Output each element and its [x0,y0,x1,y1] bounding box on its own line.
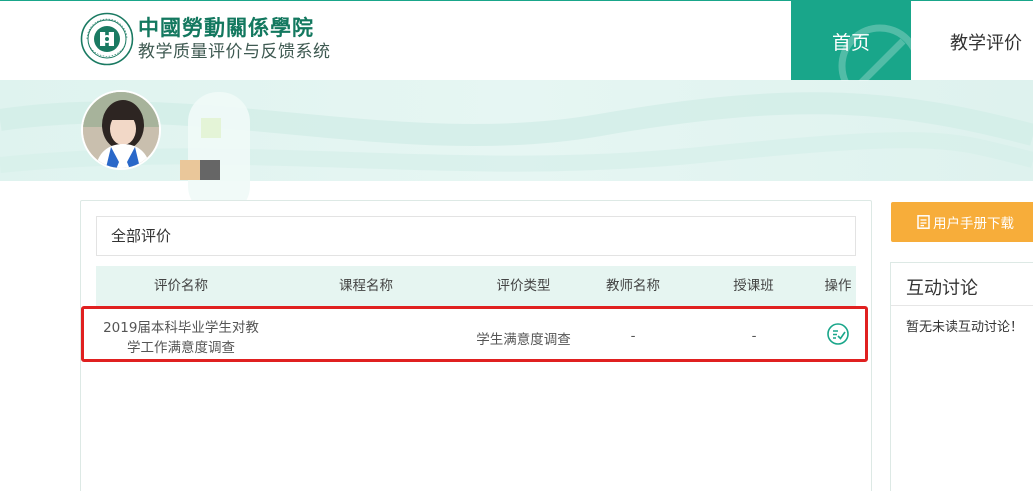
manual-button-label: 用户手册下载 [933,216,1014,232]
blur-pixel [200,160,220,180]
discussion-divider [891,305,1033,306]
col-teacher-name: 教师名称 [606,278,660,294]
col-eval-type: 评价类型 [496,278,551,294]
school-name: 中國勞動關係學院 [138,15,314,40]
blur-pixel [180,160,200,180]
row-eval-name-line2: 学工作满意度调查 [127,340,235,356]
discussion-empty-text: 暂无未读互动讨论！ [906,320,1024,335]
col-action: 操作 [824,278,852,294]
row-eval-type: 学生满意度调查 [476,332,571,348]
row-class: - [751,328,757,344]
col-class: 授课班 [733,278,774,294]
row-eval-name-line1: 2019届本科毕业学生对教 [103,320,259,336]
nav-teaching-evaluation[interactable]: 教学评价 [950,29,1022,55]
discussion-title: 互动讨论 [906,278,978,299]
evaluation-filter[interactable]: 全部评价 [96,216,856,256]
nav-home-label: 首页 [831,31,870,54]
nav-home[interactable]: 首页 [791,1,911,81]
system-name: 教学质量评价与反馈系统 [138,42,331,62]
row-teacher: - [630,328,636,344]
school-emblem-icon [80,12,134,66]
document-download-icon [917,215,930,229]
col-eval-name: 评价名称 [154,278,208,294]
table-header: 评价名称 课程名称 评价类型 教师名称 授课班 操作 [96,266,856,306]
col-course-name: 课程名称 [339,278,393,294]
school-logo[interactable]: 中國勞動關係學院 教学质量评价与反馈系统 [80,9,331,69]
blur-pixel [201,118,221,138]
row-eval-name: 2019届本科毕业学生对教 学工作满意度调查 [96,318,266,358]
user-avatar[interactable] [81,90,161,170]
user-manual-download-button[interactable]: 用户手册下载 [891,202,1033,242]
evaluate-icon[interactable] [826,322,850,346]
top-header: 中國勞動關係學院 教学质量评价与反馈系统 首页 教学评价 [0,0,1033,81]
name-blur-mask [188,92,250,216]
